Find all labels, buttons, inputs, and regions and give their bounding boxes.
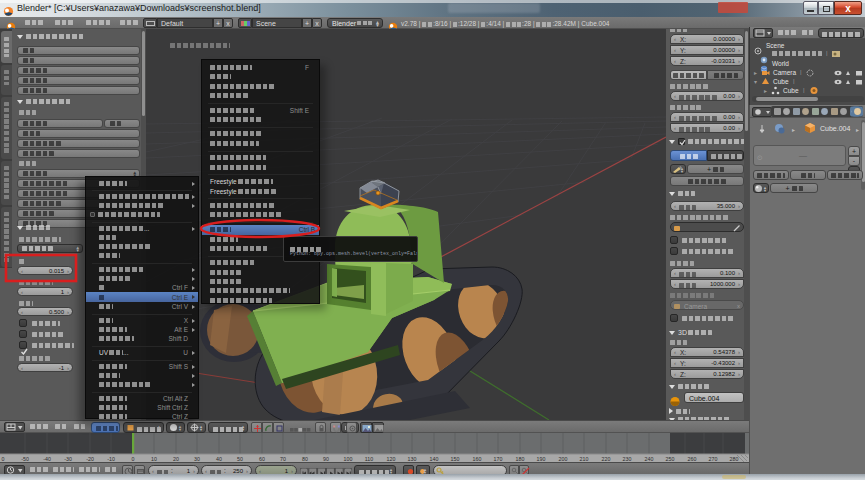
svg-text:80: 80 [302, 456, 308, 462]
svg-text:-10: -10 [107, 456, 115, 462]
svg-text:280: 280 [730, 456, 739, 462]
svg-text:130: 130 [408, 456, 417, 462]
svg-text:110: 110 [365, 456, 373, 462]
svg-text:40: 40 [216, 456, 222, 462]
svg-text:60: 60 [259, 456, 265, 462]
svg-text:70: 70 [280, 456, 286, 462]
svg-text:180: 180 [516, 456, 525, 462]
svg-text:-30: -30 [64, 456, 72, 462]
svg-text:140: 140 [430, 456, 439, 462]
svg-text:0: 0 [132, 456, 135, 462]
svg-text:210: 210 [580, 456, 589, 462]
svg-text:90: 90 [323, 456, 329, 462]
svg-text:100: 100 [344, 456, 353, 462]
svg-text:50: 50 [237, 456, 243, 462]
svg-text:200: 200 [559, 456, 568, 462]
svg-text:170: 170 [494, 456, 503, 462]
svg-text:260: 260 [688, 456, 697, 462]
svg-text:-40: -40 [43, 456, 51, 462]
svg-text:10: 10 [151, 456, 157, 462]
svg-text:-50: -50 [21, 456, 29, 462]
svg-text:-20: -20 [86, 456, 94, 462]
svg-text:20: 20 [173, 456, 179, 462]
svg-text:160: 160 [473, 456, 482, 462]
svg-text:150: 150 [451, 456, 460, 462]
svg-text:220: 220 [602, 456, 611, 462]
svg-text:250: 250 [666, 456, 675, 462]
svg-text:0: 0 [2, 456, 5, 462]
svg-text:120: 120 [387, 456, 396, 462]
svg-text:190: 190 [537, 456, 546, 462]
svg-text:30: 30 [194, 456, 200, 462]
svg-text:230: 230 [623, 456, 632, 462]
svg-text:270: 270 [709, 456, 718, 462]
svg-text:240: 240 [645, 456, 654, 462]
